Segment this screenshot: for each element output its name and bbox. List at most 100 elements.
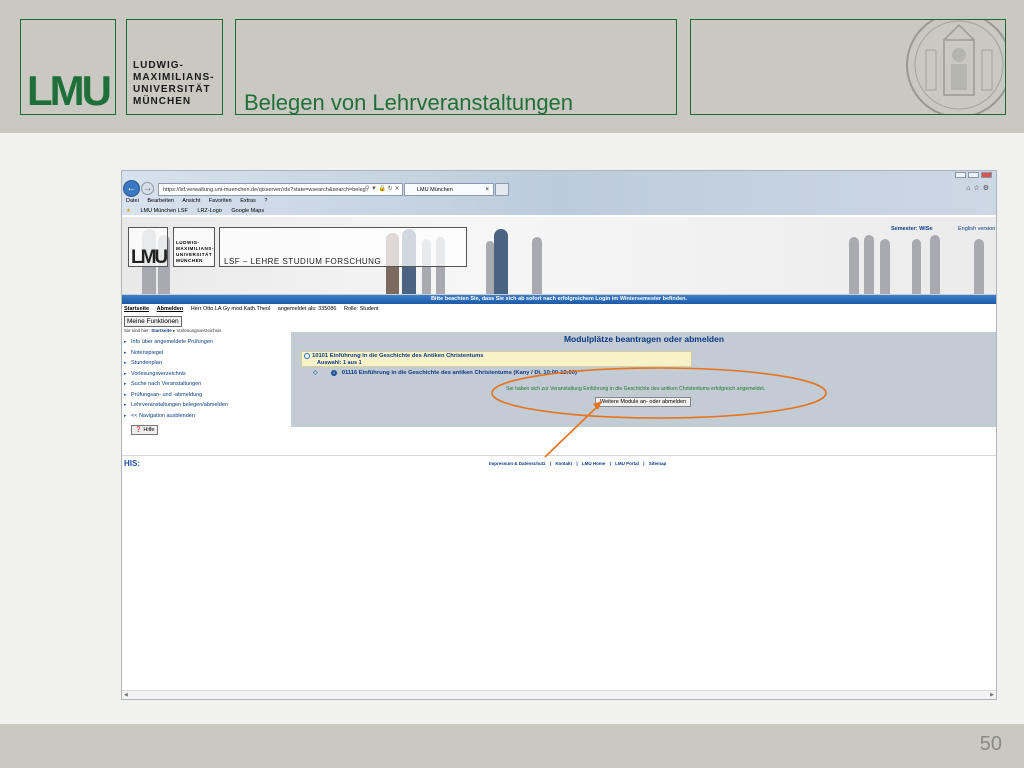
new-tab-button[interactable] <box>495 183 509 196</box>
person-silhouette <box>974 239 984 294</box>
footer-link-impressum[interactable]: Impressum & Datenschutz <box>489 461 546 466</box>
home-star-gear-icons[interactable]: ⌂☆⚙ <box>966 184 992 192</box>
favorites-star-icon[interactable]: ★ <box>126 208 131 214</box>
user-name: Herr Otto LA Gy mod.Kath.Theol <box>190 306 271 312</box>
nav-arrow-icon: ▸ <box>124 391 127 398</box>
side-nav-item[interactable]: ▸ Prüfungsan- und -abmeldung <box>124 390 228 401</box>
breadcrumb: Sie sind hier: Startseite ▸ Vorlesungsve… <box>124 328 221 334</box>
slide-header: LMU LUDWIG- MAXIMILIANS- UNIVERSITÄT MÜN… <box>0 0 1024 133</box>
side-nav-item[interactable]: ▸ Notenspiegel <box>124 348 228 359</box>
breadcrumb-home[interactable]: Startseite <box>151 328 172 333</box>
breadcrumb-prefix: Sie sind hier: <box>124 328 151 333</box>
footer-separator: | <box>576 461 578 466</box>
scroll-left-icon[interactable]: ◀ <box>124 692 128 698</box>
lsf-lmu-logo[interactable]: LMU <box>128 227 168 267</box>
course-title: 01116 Einführung in die Geschichte des a… <box>341 370 577 376</box>
lsf-university-name: LUDWIG- MAXIMILIANS- UNIVERSITÄT MÜNCHEN <box>173 227 215 267</box>
semester-selector[interactable]: Semester: WiSe <box>891 226 933 232</box>
footer-link-kontakt[interactable]: Kontakt <box>555 461 572 466</box>
footer-divider <box>122 455 996 456</box>
side-nav: ▸ Info über angemeldete Prüfungen ▸ Notens… <box>124 337 228 421</box>
side-nav-item[interactable]: ▸ Info über angemeldete Prüfungen <box>124 337 228 348</box>
person-silhouette <box>912 239 921 294</box>
favorite-link[interactable]: Google Maps <box>231 208 264 214</box>
side-nav-item[interactable]: ▸ Vorlesungsverzeichnis <box>124 369 228 380</box>
favorite-link[interactable]: LRZ-Logo <box>197 208 221 214</box>
uni-name-line: LUDWIG- <box>133 60 184 71</box>
horizontal-scrollbar[interactable]: ◀ ▶ <box>122 690 996 699</box>
slide-number: 50 <box>979 733 1002 755</box>
module-selection: Auswahl: 1 aus 1 <box>317 360 362 366</box>
seal-box <box>690 19 1006 115</box>
menu-item[interactable]: Extras <box>240 198 256 204</box>
footer-separator: | <box>643 461 645 466</box>
his-logo: HIS: <box>124 459 140 468</box>
lsf-title: LSF – LEHRE STUDIUM FORSCHUNG <box>224 257 382 266</box>
lsf-logo-text: LMU <box>131 247 168 268</box>
menu-item[interactable]: ? <box>264 198 267 204</box>
module-title: 10101 Einführung in die Geschichte des A… <box>312 353 484 359</box>
nav-arrow-icon: ▸ <box>124 360 127 366</box>
user-info-row: Startseite Abmelden Herr Otto LA Gy mod.… <box>124 306 385 312</box>
nav-arrow-icon: ▸ <box>124 381 127 387</box>
user-role: Rolle: Student <box>344 306 379 312</box>
person-silhouette <box>864 235 874 294</box>
footer-separator: | <box>609 461 611 466</box>
breadcrumb-arrow-icon: ▸ <box>173 328 176 333</box>
english-version-link[interactable]: English version <box>958 226 995 232</box>
tab-close-icon[interactable]: × <box>485 184 489 196</box>
footer-link-lmu-portal[interactable]: LMU Portal <box>615 461 639 466</box>
uni-name-line: UNIVERSITÄT <box>133 84 211 95</box>
maximize-icon[interactable] <box>968 172 979 178</box>
nav-arrow-icon: ▸ <box>124 349 127 356</box>
modulplaetze-panel: Modulplätze beantragen oder abmelden 101… <box>291 332 996 427</box>
browser-screenshot: ← → https://lsf.verwaltung.uni-muenchen.… <box>121 170 997 700</box>
slide-footer: 50 <box>0 724 1024 768</box>
slide-title: Belegen von Lehrveranstaltungen <box>244 90 574 115</box>
notice-bar: Bitte beachten Sie, dass Sie sich ab sof… <box>122 295 996 304</box>
uni-name-line: MAXIMILIANS- <box>133 72 215 83</box>
weitere-module-button[interactable]: Weitere Module an- oder abmelden <box>595 397 692 407</box>
side-nav-item[interactable]: ▸ Lehrveranstaltungen belegen/abmelden <box>124 400 228 411</box>
person-silhouette <box>532 237 542 294</box>
forward-arrow-icon[interactable]: → <box>141 182 154 195</box>
hilfe-button[interactable]: ❓ Hilfe <box>131 425 159 435</box>
info-icon[interactable]: i <box>331 370 338 376</box>
nav-arrow-icon: ▸ <box>124 339 127 345</box>
lsf-banner: LMU LUDWIG- MAXIMILIANS- UNIVERSITÄT MÜN… <box>122 217 996 295</box>
menu-item[interactable]: Ansicht <box>182 198 200 204</box>
help-icon: ❓ <box>135 427 142 433</box>
menu-bar: Datei Bearbeiten Ansicht Favoriten Extra… <box>122 197 996 206</box>
menu-item[interactable]: Datei <box>126 198 139 204</box>
footer-separator: | <box>549 461 552 466</box>
back-arrow-icon[interactable]: ← <box>123 180 140 197</box>
scroll-right-icon[interactable]: ▶ <box>990 692 994 698</box>
startseite-link[interactable]: Startseite <box>124 306 149 312</box>
side-nav-item[interactable]: ▸ Suche nach Veranstaltungen <box>124 379 228 390</box>
minimize-icon[interactable] <box>955 172 966 178</box>
uni-name-line: MÜNCHEN <box>176 258 203 263</box>
menu-item[interactable]: Bearbeiten <box>147 198 174 204</box>
side-nav-item[interactable]: ▸ Stundenplan <box>124 358 228 369</box>
person-silhouette <box>849 237 859 294</box>
person-silhouette <box>494 229 508 294</box>
address-bar-icons: ⚲ ▼ 🔒 ↻ ✕ <box>365 186 400 192</box>
nav-arrow-icon: ▸ <box>124 402 127 408</box>
breadcrumb-current[interactable]: Vorlesungsverzeichnis <box>177 328 222 333</box>
favorite-link[interactable]: LMU München LSF <box>140 208 187 214</box>
close-icon[interactable] <box>981 172 992 178</box>
person-silhouette <box>486 241 494 294</box>
hide-navigation-link[interactable]: ▸ << Navigation ausblenden <box>124 411 228 422</box>
browser-tab[interactable]: LMU München × <box>404 183 494 196</box>
footer-link-lmu-home[interactable]: LMU Home <box>582 461 606 466</box>
collapse-circle-icon[interactable] <box>304 353 310 359</box>
footer-link-sitemap[interactable]: Sitemap <box>649 461 667 466</box>
meine-funktionen-button[interactable]: Meine Funktionen <box>124 316 182 327</box>
login-id: angemeldet als: 335086 <box>277 306 337 312</box>
abmelden-link[interactable]: Abmelden <box>157 306 184 312</box>
menu-item[interactable]: Favoriten <box>209 198 232 204</box>
browser-chrome: ← → https://lsf.verwaltung.uni-muenchen.… <box>122 171 996 215</box>
favorites-bar: ★ LMU München LSF LRZ-Logo Google Maps <box>122 207 996 216</box>
module-entry: 10101 Einführung in die Geschichte des A… <box>301 351 692 367</box>
lmu-logo: LMU <box>20 19 116 115</box>
